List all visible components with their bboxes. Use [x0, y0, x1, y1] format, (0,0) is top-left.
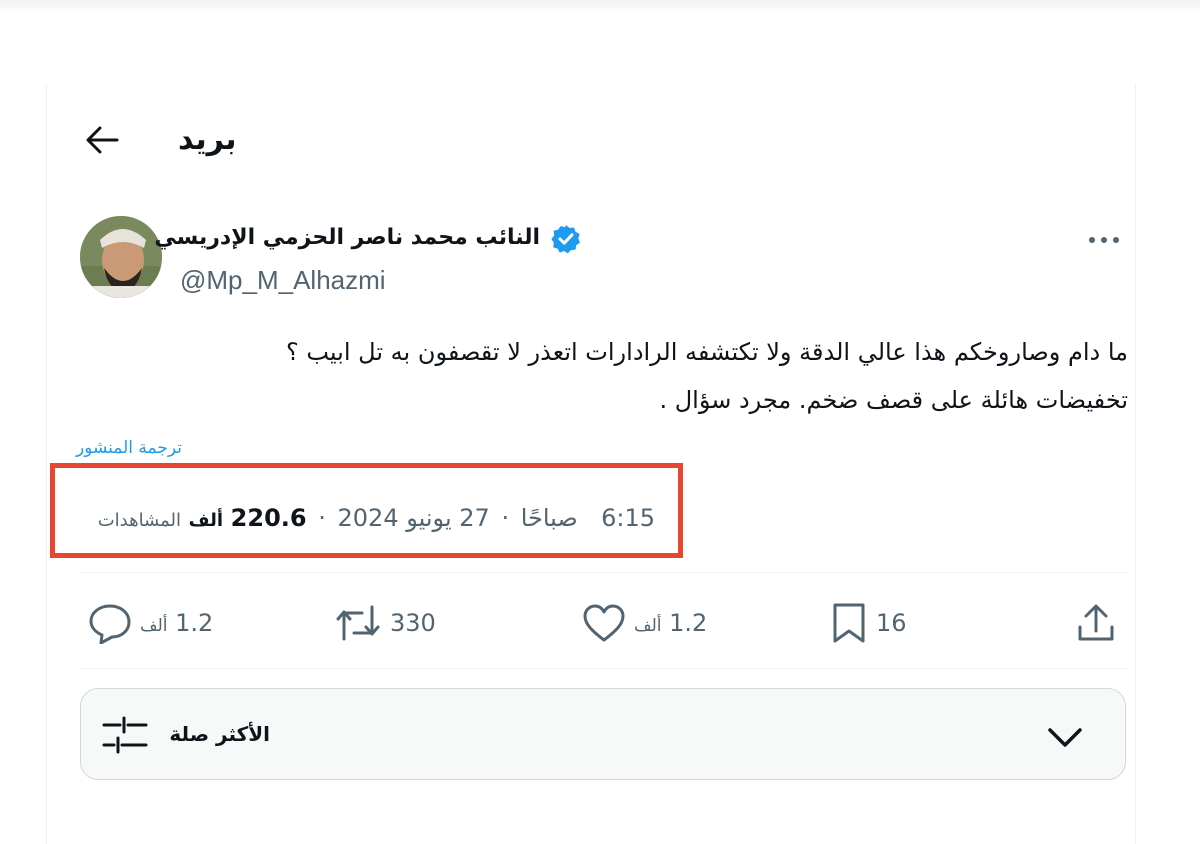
views-count: 220.6 — [230, 504, 307, 532]
repost-button[interactable]: 330 — [334, 598, 436, 648]
repost-icon — [336, 605, 380, 641]
views-unit: ألف — [188, 510, 224, 531]
heart-icon — [583, 604, 625, 642]
post-meta: 6:15 صباحًا · 27 يونيو 2024 · 220.6 ألف … — [97, 504, 655, 532]
like-button[interactable]: 1.2 ألف — [582, 598, 707, 648]
back-button[interactable] — [82, 120, 122, 160]
arrow-left-icon — [86, 126, 119, 154]
divider-top — [80, 572, 1128, 573]
reply-button[interactable]: 1.2 ألف — [88, 598, 213, 648]
tweet-line-1: ما دام وصاروخكم هذا عالي الدقة ولا تكتشف… — [286, 338, 1128, 366]
translate-post-link[interactable]: ترجمة المنشور — [76, 434, 236, 462]
repost-count: 330 — [390, 609, 436, 637]
views-label: المشاهدات — [97, 510, 182, 531]
divider-bottom — [80, 668, 1128, 669]
page-title: بريد — [178, 122, 237, 157]
avatar-photo — [80, 216, 162, 298]
sliders-icon[interactable] — [102, 714, 148, 756]
more-dots-icon — [1089, 237, 1119, 243]
browser-top-edge — [0, 0, 1200, 14]
tweet-text: ما دام وصاروخكم هذا عالي الدقة ولا تكتشف… — [286, 328, 1128, 424]
author-name[interactable]: النائب محمد ناصر الحزمي الإدريسي — [154, 218, 540, 258]
post-date[interactable]: 27 يونيو 2024 — [338, 504, 490, 532]
avatar[interactable] — [80, 216, 162, 298]
verified-badge-icon — [550, 223, 582, 255]
bookmark-count: 16 — [876, 609, 907, 637]
sort-label: الأكثر صلة — [169, 722, 270, 746]
share-icon — [1078, 604, 1114, 641]
bookmark-button[interactable]: 16 — [830, 598, 907, 648]
author-handle[interactable]: @Mp_M_Alhazmi — [180, 262, 500, 298]
more-options-button[interactable] — [1084, 222, 1124, 258]
share-button[interactable] — [1076, 598, 1116, 648]
tweet-line-2: تخفيضات هائلة على قصف ضخم. مجرد سؤال . — [659, 386, 1128, 414]
chevron-down-icon[interactable] — [1044, 718, 1086, 758]
post-period[interactable]: صباحًا — [521, 504, 578, 532]
bookmark-icon — [833, 603, 865, 643]
reply-count: 1.2 ألف — [140, 609, 214, 637]
reply-icon — [89, 604, 131, 644]
post-time[interactable]: 6:15 — [601, 504, 655, 532]
like-count: 1.2 ألف — [634, 609, 708, 637]
